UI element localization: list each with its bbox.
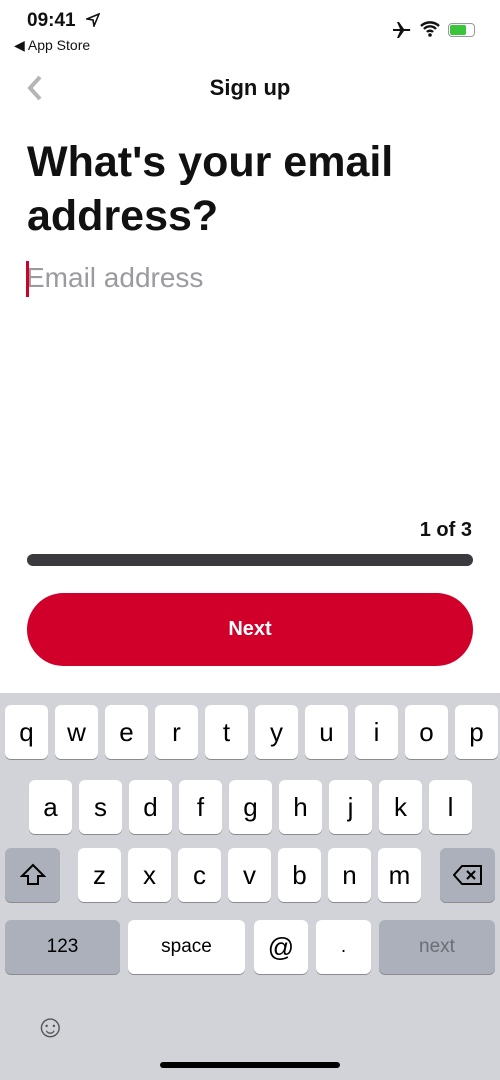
key-at[interactable]: @: [254, 920, 308, 974]
key-o[interactable]: o: [405, 705, 448, 759]
key-u[interactable]: u: [305, 705, 348, 759]
key-b[interactable]: b: [278, 848, 321, 902]
key-dot[interactable]: .: [316, 920, 371, 974]
key-y[interactable]: y: [255, 705, 298, 759]
email-input[interactable]: [26, 258, 466, 298]
key-l[interactable]: l: [429, 780, 472, 834]
key-m[interactable]: m: [378, 848, 421, 902]
numbers-key[interactable]: 123: [5, 920, 120, 974]
key-t[interactable]: t: [205, 705, 248, 759]
key-f[interactable]: f: [179, 780, 222, 834]
key-s[interactable]: s: [79, 780, 122, 834]
wifi-icon: [420, 21, 440, 37]
delete-key[interactable]: [440, 848, 495, 902]
shift-icon: [19, 863, 46, 885]
key-x[interactable]: x: [128, 848, 171, 902]
key-h[interactable]: h: [279, 780, 322, 834]
key-j[interactable]: j: [329, 780, 372, 834]
emoji-icon[interactable]: ☺: [34, 1008, 67, 1045]
airplane-icon: [393, 22, 411, 38]
key-v[interactable]: v: [228, 848, 271, 902]
backspace-icon: [452, 865, 482, 885]
battery-charging-icon: [448, 23, 475, 37]
space-key[interactable]: space: [128, 920, 245, 974]
back-to-app-store[interactable]: ◀ App Store: [14, 37, 90, 54]
step-indicator: 1 of 3: [419, 519, 472, 541]
key-i[interactable]: i: [355, 705, 398, 759]
key-p[interactable]: p: [455, 705, 498, 759]
key-r[interactable]: r: [155, 705, 198, 759]
location-arrow-icon: [86, 13, 100, 27]
key-w[interactable]: w: [55, 705, 98, 759]
status-time: 09:41: [27, 10, 76, 31]
key-c[interactable]: c: [178, 848, 221, 902]
key-z[interactable]: z: [78, 848, 121, 902]
key-g[interactable]: g: [229, 780, 272, 834]
key-q[interactable]: q: [5, 705, 48, 759]
key-k[interactable]: k: [379, 780, 422, 834]
shift-key[interactable]: [5, 848, 60, 902]
text-caret: [26, 261, 29, 297]
next-button[interactable]: Next: [27, 593, 473, 666]
heading: What's your email address?: [27, 138, 394, 240]
key-d[interactable]: d: [129, 780, 172, 834]
key-e[interactable]: e: [105, 705, 148, 759]
keyboard-next-key[interactable]: next: [379, 920, 495, 974]
key-a[interactable]: a: [29, 780, 72, 834]
key-n[interactable]: n: [328, 848, 371, 902]
page-title: Sign up: [209, 75, 291, 100]
progress-bar: [27, 554, 473, 566]
home-indicator[interactable]: [160, 1062, 340, 1068]
